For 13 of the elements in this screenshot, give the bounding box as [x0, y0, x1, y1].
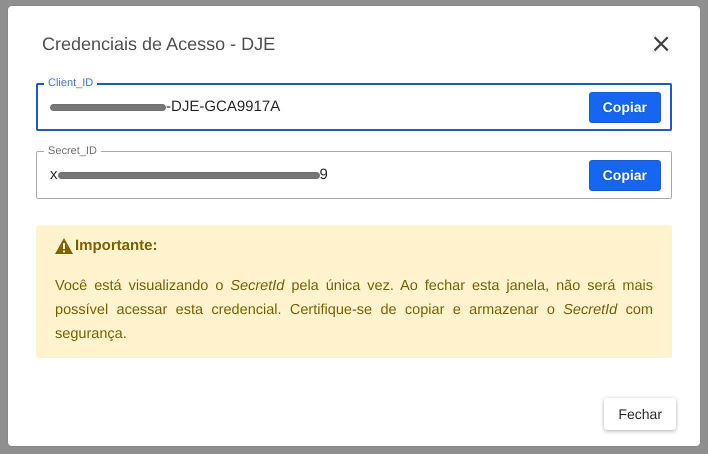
field-label: Client_ID	[44, 76, 98, 90]
close-button[interactable]: ×	[650, 31, 672, 57]
close-dialog-button[interactable]: Fechar	[604, 398, 676, 430]
field-value: x	[50, 164, 58, 185]
warning-icon	[55, 238, 73, 254]
copy-button[interactable]: Copiar	[588, 160, 661, 190]
copy-button[interactable]: Copiar	[588, 92, 661, 122]
field-value: -DJE-GCA9917A	[166, 96, 280, 117]
dialog-title: Credenciais de Acesso - DJE	[42, 32, 276, 56]
field-value: 9	[320, 164, 328, 185]
alert-title: Importante:	[75, 236, 158, 256]
alert-message: Você está visualizando o SecretId pela única vez. Ao fechar esta janela, não será mais possível acessar esta credencial. Certifique-se de copiar e armazenar o SecretId com segurança.	[55, 276, 653, 344]
field-label: Secret_ID	[44, 144, 101, 158]
